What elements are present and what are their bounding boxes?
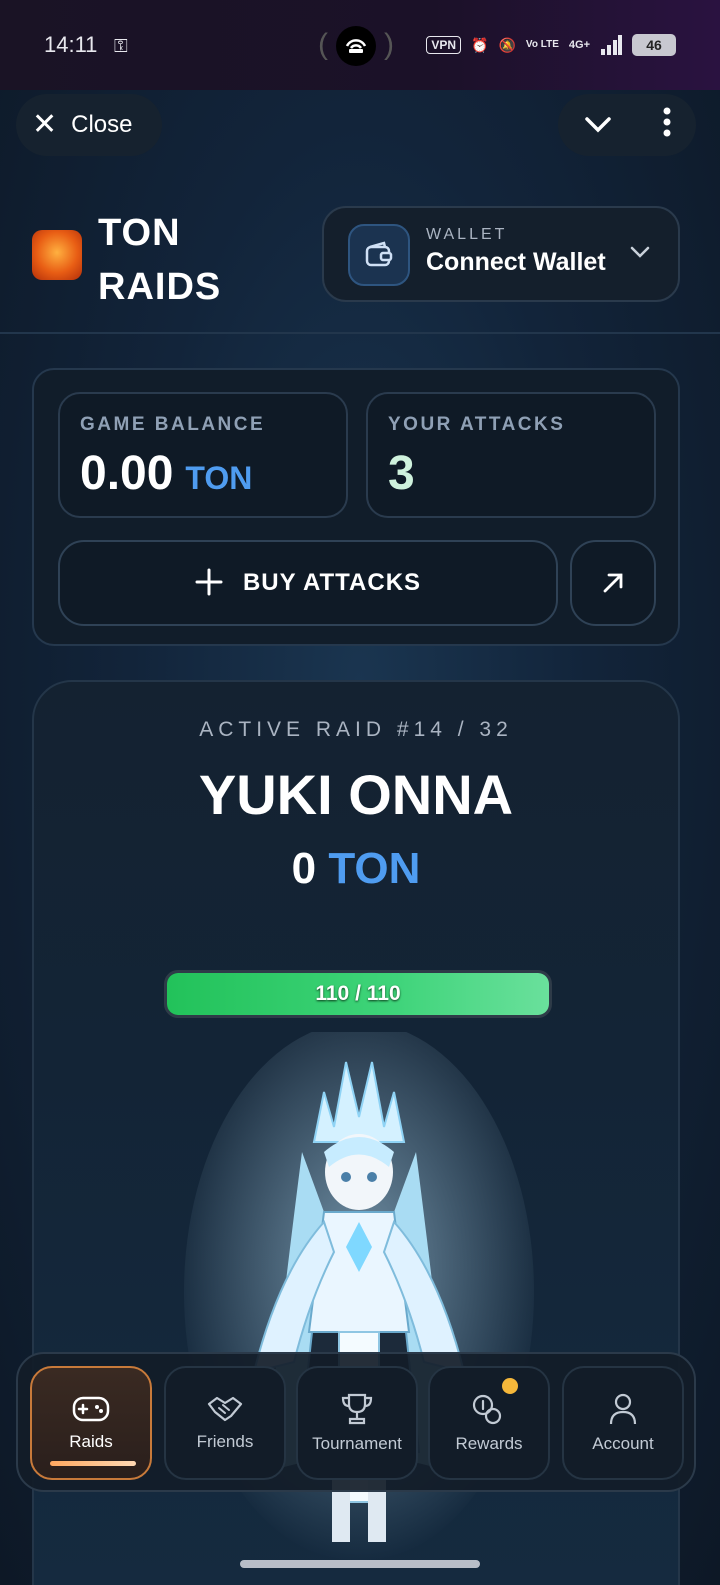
your-attacks-value: 3 xyxy=(388,447,415,500)
battery-level: 46 xyxy=(646,37,662,53)
prize-unit: TON xyxy=(328,844,421,893)
nav-friends-label: Friends xyxy=(196,1432,254,1451)
your-attacks-card: YOUR ATTACKS 3 xyxy=(366,392,656,518)
collapse-chevron-icon[interactable] xyxy=(584,110,612,141)
boss-name: YUKI ONNA xyxy=(198,763,514,826)
arrow-up-right-icon xyxy=(603,573,623,593)
wallet-action-label: Connect Wallet xyxy=(426,248,606,276)
brand-title: TON RAIDS xyxy=(98,206,221,314)
rewards-notification-dot xyxy=(502,1378,518,1394)
coins-icon xyxy=(472,1394,502,1425)
wallet-icon xyxy=(348,224,410,286)
close-button[interactable]: ✕ Close xyxy=(16,94,162,156)
alarm-icon: ⏰ xyxy=(471,36,489,53)
game-balance-value: 0.00 TON xyxy=(80,446,252,501)
miniapp-topbar: ✕ Close xyxy=(0,90,720,160)
bottom-navigation: Raids Friends Tournament Rewards Account xyxy=(16,1352,696,1492)
game-balance-card: GAME BALANCE 0.00 TON xyxy=(58,392,348,518)
nav-tournament-label: Tournament xyxy=(312,1434,402,1453)
nav-tournament[interactable]: Tournament xyxy=(296,1366,418,1480)
camera-bracket-left: ( xyxy=(318,28,328,61)
nav-account[interactable]: Account xyxy=(562,1366,684,1480)
user-icon xyxy=(609,1393,637,1425)
ton-raids-logo xyxy=(32,230,82,280)
game-balance-label: GAME BALANCE xyxy=(80,414,266,435)
buy-attacks-button[interactable]: BUY ATTACKS xyxy=(58,540,558,626)
external-link-button[interactable] xyxy=(570,540,656,626)
camera-bracket-right: ) xyxy=(384,28,394,61)
buy-attacks-label: BUY ATTACKS xyxy=(242,569,422,596)
header-divider xyxy=(0,332,720,334)
clock: 14:11 xyxy=(44,32,98,57)
boss-hp-bar: 110 / 110 xyxy=(164,970,552,1018)
nav-account-label: Account xyxy=(592,1434,654,1453)
home-indicator[interactable] xyxy=(240,1560,480,1568)
mute-icon: 🔕 xyxy=(498,36,516,53)
telegram-miniapp: ✕ Close TON RAIDS WALLET Connect Wallet … xyxy=(0,90,720,1585)
balance-amount: 0.00 xyxy=(80,447,174,500)
nav-friends[interactable]: Friends xyxy=(164,1366,286,1480)
brand-line-1: TON xyxy=(98,212,181,254)
raid-prize: 0 TON xyxy=(34,844,678,894)
system-status-bar: 14:11 ⚿ ( ) VPN ⏰ 🔕 Vo LTE 4G+ 46 xyxy=(0,0,720,90)
volte-label: Vo LTE xyxy=(525,39,559,50)
more-options-icon[interactable] xyxy=(663,107,671,144)
nav-rewards-label: Rewards xyxy=(455,1434,523,1453)
nav-rewards[interactable]: Rewards xyxy=(428,1366,550,1480)
gamepad-icon xyxy=(72,1396,110,1422)
nav-raids[interactable]: Raids xyxy=(30,1366,152,1480)
vpn-badge: VPN xyxy=(426,36,462,54)
prize-amount: 0 xyxy=(291,844,317,893)
hp-text: 110 / 110 xyxy=(315,982,401,1005)
connect-wallet-button[interactable]: WALLET Connect Wallet xyxy=(322,206,680,302)
app-header: TON RAIDS WALLET Connect Wallet xyxy=(0,190,720,330)
key-icon: ⚿ xyxy=(114,36,128,56)
signal-icon xyxy=(601,35,622,55)
trophy-icon xyxy=(341,1393,373,1425)
nav-raids-label: Raids xyxy=(69,1432,113,1451)
close-icon: ✕ xyxy=(32,108,58,141)
miniapp-menu xyxy=(558,94,696,156)
wallet-caption: WALLET xyxy=(426,226,508,243)
handshake-icon xyxy=(207,1396,243,1422)
stats-panel: GAME BALANCE 0.00 TON YOUR ATTACKS 3 BUY … xyxy=(32,368,680,646)
status-icons: VPN ⏰ 🔕 Vo LTE 4G+ 46 xyxy=(426,34,676,56)
battery-indicator: 46 xyxy=(632,34,676,56)
hotspot-icon xyxy=(345,39,367,53)
camera-cutout xyxy=(336,26,376,66)
brand-line-2: RAIDS xyxy=(98,266,222,308)
plus-icon xyxy=(195,563,223,603)
network-type: 4G+ xyxy=(568,39,590,51)
close-label: Close xyxy=(71,111,133,138)
your-attacks-label: YOUR ATTACKS xyxy=(388,414,566,435)
active-tab-indicator xyxy=(50,1461,136,1466)
raid-progress-label: ACTIVE RAID #14 / 32 xyxy=(199,718,513,741)
chevron-down-icon xyxy=(630,238,650,264)
balance-unit: TON xyxy=(185,460,253,496)
